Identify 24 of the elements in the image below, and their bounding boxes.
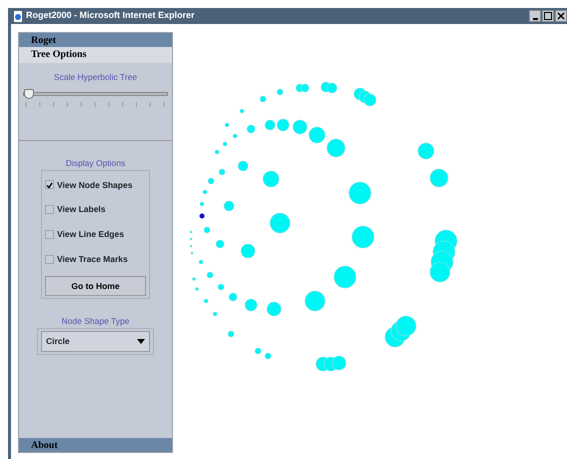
checkbox-option[interactable]: View Node Shapes bbox=[45, 172, 146, 198]
browser-icon bbox=[13, 10, 23, 22]
shape-dropdown[interactable]: Circle bbox=[41, 331, 150, 352]
checkbox[interactable] bbox=[45, 180, 54, 190]
maximize-button[interactable] bbox=[542, 10, 554, 22]
caret-icon bbox=[137, 338, 145, 344]
home-button[interactable]: Go to Home bbox=[45, 276, 146, 296]
panel-tab[interactable]: Tree Options bbox=[19, 47, 172, 63]
group-title: Node Shape Type bbox=[60, 315, 130, 328]
group-title: Display Options bbox=[64, 156, 126, 170]
panel-tab[interactable]: Roget bbox=[19, 33, 172, 47]
panel-tab[interactable]: About bbox=[19, 438, 172, 452]
minimize-button[interactable] bbox=[529, 10, 541, 22]
checkbox[interactable] bbox=[45, 205, 54, 214]
slider-thumb[interactable] bbox=[24, 88, 34, 99]
checkbox[interactable] bbox=[45, 254, 54, 264]
window-title: Roget2000 - Microsoft Internet Explorer bbox=[26, 9, 195, 22]
checkbox[interactable] bbox=[45, 230, 54, 239]
checkbox-option[interactable]: View Labels bbox=[45, 197, 146, 222]
close-button[interactable] bbox=[555, 10, 567, 22]
slider-label: Scale Hyperbolic Tree bbox=[52, 71, 138, 84]
checkbox-option[interactable]: View Line Edges bbox=[45, 222, 146, 247]
minimize-icon bbox=[532, 18, 538, 20]
checkbox-option[interactable]: View Trace Marks bbox=[45, 246, 146, 272]
